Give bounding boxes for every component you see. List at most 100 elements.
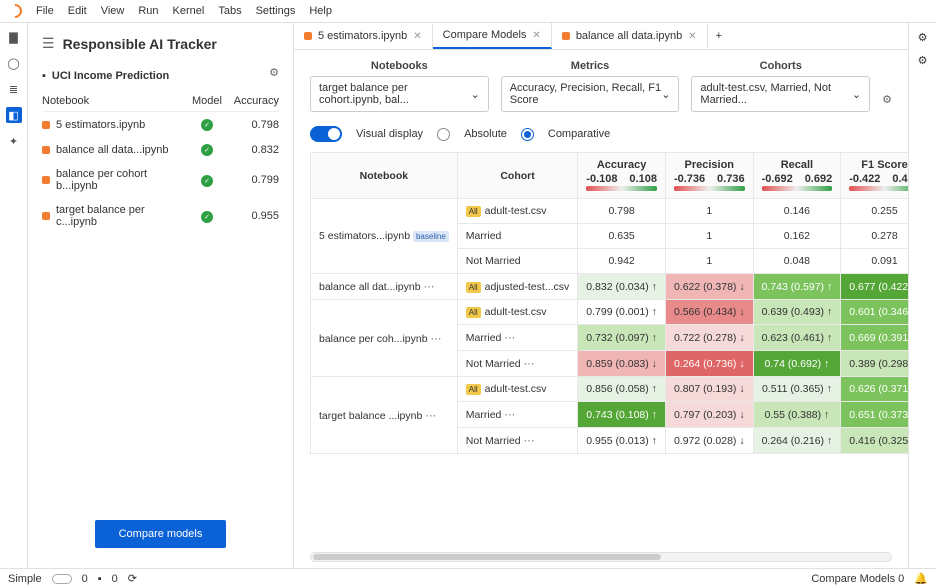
baseline-badge: baseline [413, 231, 449, 242]
bell-icon[interactable]: 🔔 [914, 572, 928, 585]
status-count-2: 0 [112, 573, 118, 585]
more-icon[interactable]: ⋯ [431, 333, 443, 345]
check-icon: ✓ [201, 119, 213, 131]
running-icon[interactable]: ◯ [6, 55, 22, 71]
metric-cell: 0.74 (0.692) ↑ [753, 351, 841, 377]
metric-cell: 0.743 (0.597) ↑ [753, 274, 841, 300]
accuracy-value: 0.799 [231, 174, 279, 186]
tab-label: Compare Models [443, 29, 527, 41]
project-settings-icon[interactable]: ⚙ [269, 66, 279, 85]
notebook-name: balance all data...ipynb [56, 144, 183, 156]
column-header[interactable]: F1 Score-0.4220.422 [841, 153, 908, 199]
status-count-1: 0 [82, 573, 88, 585]
metric-cell: 0.669 (0.391) ↑ [841, 325, 908, 351]
right-rail: ⚙ ⚙ [908, 23, 936, 568]
rai-tracker-icon[interactable]: ◧ [6, 107, 22, 123]
metric-cell: 0.832 (0.034) ↑ [578, 274, 666, 300]
absolute-radio[interactable] [437, 128, 450, 141]
menu-view[interactable]: View [101, 5, 125, 17]
editor-tab[interactable]: balance all data.ipynb✕ [552, 24, 708, 48]
column-header[interactable]: Accuracy-0.1080.108 [578, 153, 666, 199]
new-tab-button[interactable]: + [708, 26, 730, 46]
metric-cell: 0.799 (0.001) ↑ [578, 300, 666, 325]
filter-metrics-select[interactable]: Accuracy, Precision, Recall, F1 Score⌄ [501, 76, 680, 112]
sidebar-notebook-row[interactable]: balance all data...ipynb✓0.832 [42, 137, 279, 162]
metric-cell: 0.626 (0.371) ↑ [841, 377, 908, 402]
check-icon: ✓ [201, 211, 213, 223]
sidebar-notebook-row[interactable]: 5 estimators.ipynb✓0.798 [42, 112, 279, 137]
extensions-icon[interactable]: ✦ [6, 133, 22, 149]
editor-tab[interactable]: 5 estimators.ipynb✕ [294, 24, 433, 48]
list-icon[interactable]: ≣ [6, 81, 22, 97]
close-icon[interactable]: ✕ [532, 30, 540, 41]
notebook-name: balance per cohort b...ipynb [56, 168, 183, 192]
table-row: balance all dat...ipynb ⋯Alladjusted-tes… [311, 274, 909, 300]
accuracy-value: 0.832 [231, 144, 279, 156]
more-icon[interactable]: ⋯ [504, 332, 516, 344]
menu-file[interactable]: File [36, 5, 54, 17]
notebook-icon [42, 176, 50, 184]
table-row: target balance ...ipynb ⋯Alladult-test.c… [311, 377, 909, 402]
sync-icon[interactable]: ⟳ [128, 572, 137, 585]
more-icon[interactable]: ⋯ [524, 435, 536, 447]
close-icon[interactable]: ✕ [688, 31, 696, 42]
comparative-radio[interactable] [521, 128, 534, 141]
menu-kernel[interactable]: Kernel [173, 5, 205, 17]
metric-cell: 1 [665, 199, 753, 224]
sliders-icon[interactable]: ⚙ [918, 31, 928, 44]
more-icon[interactable]: ⋯ [425, 410, 437, 422]
sidebar-notebook-row[interactable]: balance per cohort b...ipynb✓0.799 [42, 162, 279, 198]
folder-icon[interactable]: ▇ [6, 29, 22, 45]
metric-cell: 0.807 (0.193) ↓ [665, 377, 753, 402]
table-settings-icon[interactable]: ⚙ [882, 93, 892, 112]
menu-settings[interactable]: Settings [256, 5, 296, 17]
sidebar: ☰ Responsible AI Tracker ▪ UCI Income Pr… [28, 23, 294, 568]
notebook-icon [42, 146, 50, 154]
column-header[interactable]: Precision-0.7360.736 [665, 153, 753, 199]
metric-cell: 0.859 (0.083) ↓ [578, 351, 666, 377]
menu-run[interactable]: Run [138, 5, 158, 17]
column-header[interactable]: Cohort [457, 153, 578, 199]
simple-mode-toggle[interactable]: Simple [8, 573, 42, 585]
sidebar-title: Responsible AI Tracker [63, 36, 217, 52]
visual-display-toggle[interactable] [310, 126, 342, 142]
metric-cell: 0.162 [753, 224, 841, 249]
cohort-cell: Married [457, 224, 578, 249]
metric-cell: 0.389 (0.298) ↑ [841, 351, 908, 377]
menu-edit[interactable]: Edit [68, 5, 87, 17]
filter-notebooks-select[interactable]: target balance per cohort.ipynb, bal...⌄ [310, 76, 489, 112]
metric-cell: 1 [665, 224, 753, 249]
editor-tabs: 5 estimators.ipynb✕Compare Models✕balanc… [294, 23, 908, 50]
all-badge: All [466, 307, 481, 318]
menu-tabs[interactable]: Tabs [218, 5, 241, 17]
compare-models-button[interactable]: Compare models [95, 520, 227, 548]
status-bar: Simple 0 ▪ 0 ⟳ Compare Models 0 🔔 [0, 568, 936, 588]
close-icon[interactable]: ✕ [413, 31, 421, 42]
more-icon[interactable]: ⋯ [524, 358, 536, 370]
status-right-text: Compare Models 0 [811, 573, 904, 585]
accuracy-value: 0.955 [231, 210, 279, 222]
metric-cell: 0.856 (0.058) ↑ [578, 377, 666, 402]
menu-help[interactable]: Help [309, 5, 332, 17]
notebook-name: 5 estimators.ipynb [56, 119, 183, 131]
metric-cell: 0.635 [578, 224, 666, 249]
gear-icon[interactable]: ⚙ [918, 54, 928, 67]
chevron-down-icon: ⌄ [852, 88, 861, 101]
metric-cell: 0.722 (0.278) ↓ [665, 325, 753, 351]
filter-cohorts-select[interactable]: adult-test.csv, Married, Not Married...⌄ [691, 76, 870, 112]
column-header[interactable]: Recall-0.6920.692 [753, 153, 841, 199]
cohort-cell: Married ⋯ [457, 402, 578, 428]
more-icon[interactable]: ⋯ [424, 281, 436, 293]
visual-display-label: Visual display [356, 128, 423, 140]
more-icon[interactable]: ⋯ [504, 409, 516, 421]
menu-icon[interactable]: ☰ [42, 35, 55, 52]
filter-metrics-label: Metrics [571, 60, 610, 72]
editor-tab[interactable]: Compare Models ✕ [433, 23, 552, 49]
notebook-icon [304, 32, 312, 40]
menu-bar: File Edit View Run Kernel Tabs Settings … [0, 0, 936, 23]
jupyter-logo-icon [5, 1, 25, 21]
horizontal-scrollbar[interactable] [310, 552, 892, 562]
sidebar-notebook-row[interactable]: target balance per c...ipynb✓0.955 [42, 198, 279, 234]
toggle-icon[interactable] [52, 574, 72, 584]
column-header[interactable]: Notebook [311, 153, 458, 199]
